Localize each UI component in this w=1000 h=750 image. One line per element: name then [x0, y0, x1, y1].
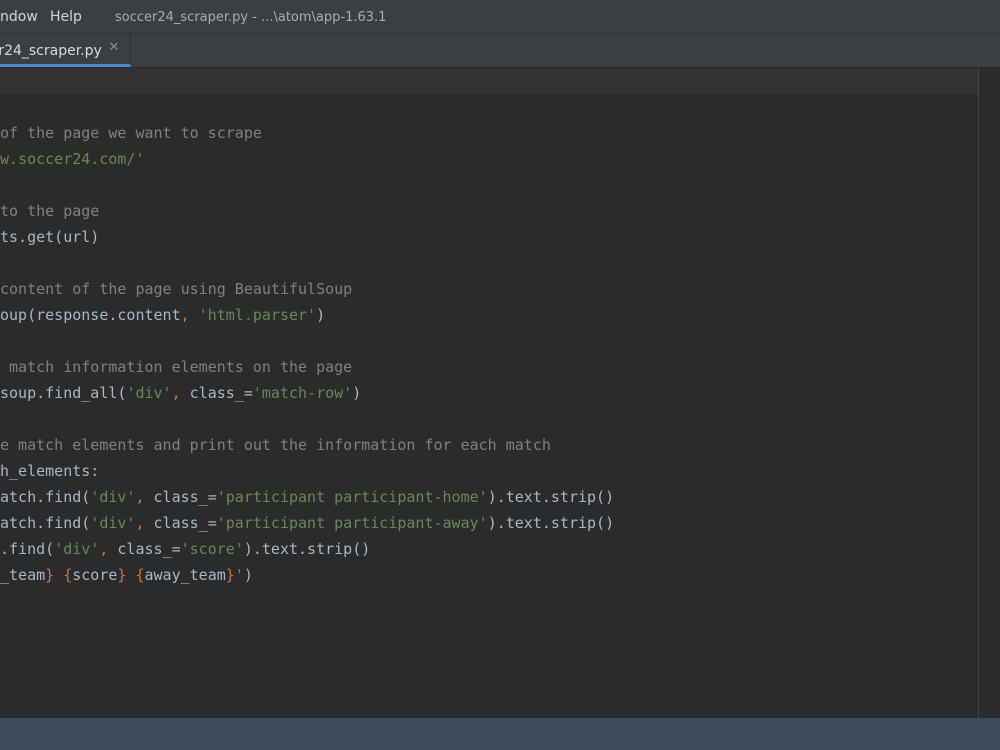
code-token-string — [54, 566, 63, 584]
code-token-comment: content of the page using BeautifulSoup — [0, 280, 353, 298]
code-line[interactable]: soup.find_all('div', class_='match-row') — [0, 380, 978, 406]
code-token-comment: to the page — [0, 202, 100, 220]
window-title: soccer24_scraper.py - ...\atom\app-1.63.… — [115, 10, 387, 25]
code-token-default: class_= — [153, 488, 217, 506]
code-token-default: ts.get(url) — [0, 228, 100, 246]
code-token-string: 'html.parser' — [198, 306, 317, 324]
code-token-fbrace: { — [63, 566, 73, 584]
code-line[interactable]: of the page we want to scrape — [0, 120, 978, 146]
code-area[interactable]: of the page we want to scrape w.soccer24.… — [0, 120, 978, 588]
code-token-punct: , — [135, 514, 154, 532]
code-token-default: class_= — [189, 384, 253, 402]
code-token-default: away_team — [144, 566, 226, 584]
code-token-punct: , — [171, 384, 190, 402]
code-line[interactable]: .find('div', class_='score').text.strip(… — [0, 536, 978, 562]
code-token-default: soup.find_all( — [0, 384, 127, 402]
code-token-default: atch.find( — [0, 514, 91, 532]
code-line[interactable]: ts.get(url) — [0, 224, 978, 250]
code-token-string: 'div' — [54, 540, 100, 558]
code-token-default: score — [72, 566, 118, 584]
code-token-comment: of the page we want to scrape — [0, 124, 262, 142]
code-token-comment: e match elements and print out the infor… — [0, 436, 551, 454]
code-line[interactable]: h_elements: — [0, 458, 978, 484]
tab-soccer24-scraper[interactable]: cer24_scraper.py ✕ — [0, 34, 131, 67]
code-line[interactable] — [0, 328, 978, 354]
right-margin-guide — [978, 68, 979, 718]
code-line[interactable] — [0, 406, 978, 432]
code-line[interactable] — [0, 250, 978, 276]
code-token-default: atch.find( — [0, 488, 91, 506]
code-line[interactable]: atch.find('div', class_='participant par… — [0, 510, 978, 536]
code-editor[interactable]: of the page we want to scrape w.soccer24.… — [0, 68, 1000, 718]
code-token-string: w.soccer24.com/' — [0, 150, 145, 168]
code-line[interactable]: to the page — [0, 198, 978, 224]
code-line[interactable]: _team} {score} {away_team}') — [0, 562, 978, 588]
code-token-comment: match information elements on the page — [0, 358, 353, 376]
code-line[interactable]: atch.find('div', class_='participant par… — [0, 484, 978, 510]
code-line[interactable]: match information elements on the page — [0, 354, 978, 380]
code-token-default: class_= — [153, 514, 217, 532]
code-token-default: ).text.strip() — [487, 488, 615, 506]
tab-label: cer24_scraper.py — [0, 43, 102, 59]
code-token-string: 'div' — [90, 514, 136, 532]
code-token-string: ' — [234, 566, 244, 584]
code-token-default: ) — [243, 566, 253, 584]
current-line-highlight — [0, 68, 978, 94]
code-line[interactable]: e match elements and print out the infor… — [0, 432, 978, 458]
close-icon[interactable]: ✕ — [107, 41, 121, 55]
code-token-default: oup(response.content — [0, 306, 181, 324]
menu-window[interactable]: ndow — [0, 9, 38, 25]
code-token-default: class_= — [117, 540, 181, 558]
code-token-fbrace: } — [225, 566, 235, 584]
code-token-string: 'participant participant-home' — [216, 488, 488, 506]
code-token-punct: , — [180, 306, 199, 324]
tab-bar: cer24_scraper.py ✕ — [0, 34, 1000, 68]
code-token-fbrace: } — [45, 566, 55, 584]
code-token-string: 'participant participant-away' — [216, 514, 488, 532]
code-line[interactable]: w.soccer24.com/' — [0, 146, 978, 172]
code-token-default: h_elements: — [0, 462, 100, 480]
code-line[interactable]: oup(response.content, 'html.parser') — [0, 302, 978, 328]
code-token-string: 'score' — [180, 540, 244, 558]
code-token-default: .find( — [0, 540, 55, 558]
code-token-string: 'div' — [126, 384, 172, 402]
code-token-string: 'div' — [90, 488, 136, 506]
code-token-default: ).text.strip() — [243, 540, 371, 558]
code-line[interactable] — [0, 172, 978, 198]
code-token-punct: , — [99, 540, 118, 558]
code-token-string: 'match-row' — [252, 384, 353, 402]
code-token-default: ).text.strip() — [487, 514, 615, 532]
code-token-fbrace: { — [135, 566, 145, 584]
menu-help[interactable]: Help — [50, 9, 82, 25]
status-bar — [0, 718, 1000, 750]
code-token-default: ) — [316, 306, 326, 324]
code-token-punct: , — [135, 488, 154, 506]
code-token-default: _team — [0, 566, 46, 584]
code-line[interactable]: content of the page using BeautifulSoup — [0, 276, 978, 302]
code-token-default: ) — [352, 384, 362, 402]
menu-bar: ndow Help soccer24_scraper.py - ...\atom… — [0, 0, 1000, 34]
